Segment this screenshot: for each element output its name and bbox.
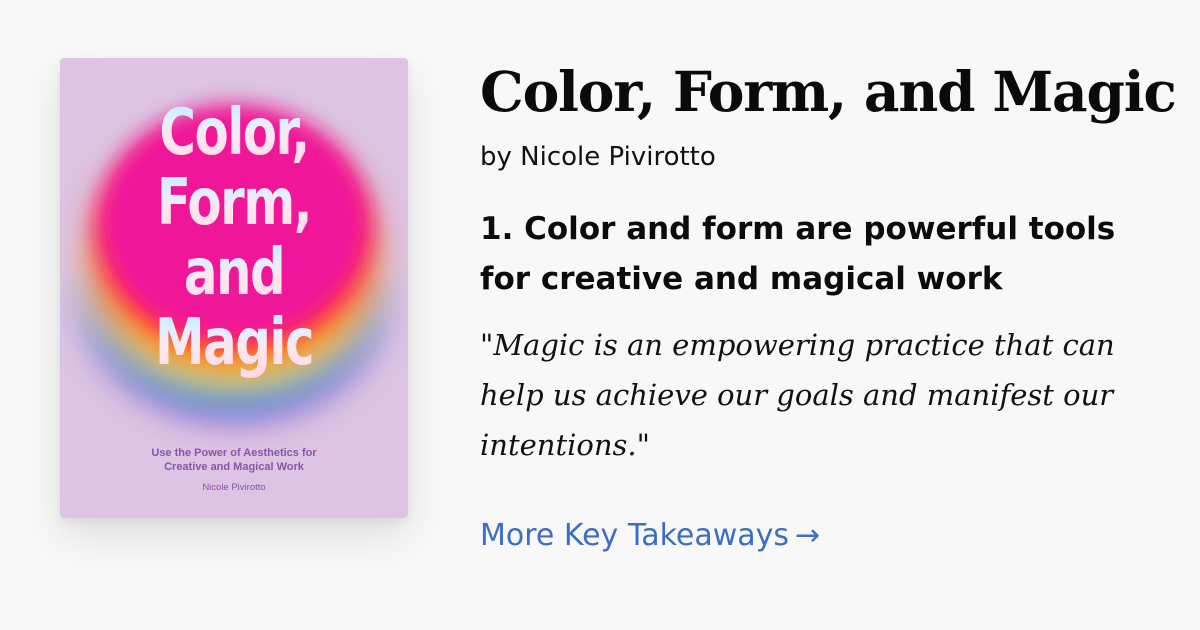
book-title: Color, Form, and Magic — [480, 59, 1177, 124]
book-cover: Color, Form, and Magic Use the Power of … — [60, 58, 408, 518]
cover-subtitle: Use the Power of Aesthetics for Creative… — [60, 446, 408, 474]
book-summary: Color, Form, and Magic by Nicole Pivirot… — [480, 56, 1177, 470]
cover-title: Color, Form, and Magic — [60, 98, 408, 378]
takeaway-heading: 1. Color and form are powerful tools for… — [480, 211, 1116, 297]
cover-title-line: Color, — [98, 98, 369, 168]
cover-title-line: Magic — [98, 308, 369, 378]
takeaway-quote: "Magic is an empowering practice that ca… — [480, 328, 1115, 462]
arrow-right-icon: → — [795, 518, 821, 553]
cover-title-line: Form, — [98, 168, 369, 238]
cover-author: Nicole Pivirotto — [202, 482, 266, 493]
more-key-takeaways-label: More Key Takeaways — [480, 518, 790, 553]
cover-title-line: and — [98, 238, 369, 308]
cover-subtitle-line: Use the Power of Aesthetics for — [151, 447, 317, 459]
cover-subtitle-line: Creative and Magical Work — [164, 461, 304, 473]
book-author: by Nicole Pivirotto — [480, 142, 716, 172]
more-key-takeaways-link[interactable]: More Key Takeaways → — [480, 514, 820, 558]
